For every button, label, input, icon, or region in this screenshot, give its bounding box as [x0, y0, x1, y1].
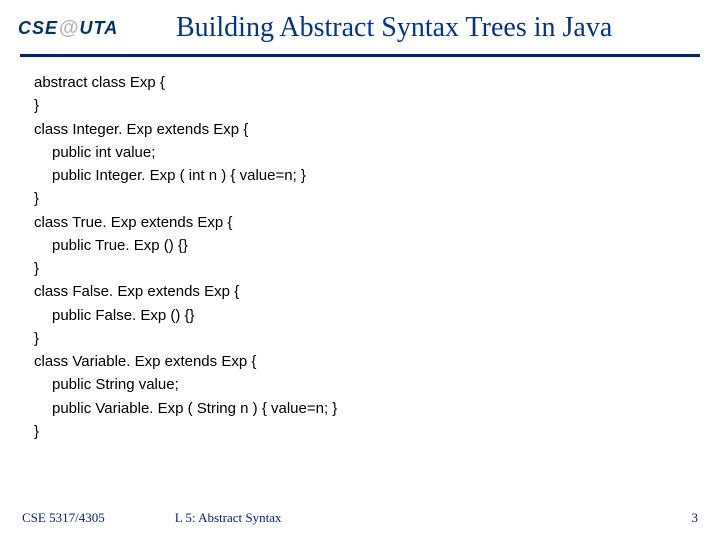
page-number: 3 — [692, 510, 699, 526]
code-block: abstract class Exp { } class Integer. Ex… — [0, 57, 720, 443]
footer-course: CSE 5317/4305 — [22, 510, 105, 526]
logo-left-text: CSE — [18, 18, 58, 39]
code-line: class Variable. Exp extends Exp { — [34, 350, 700, 373]
slide: CSE @ UTA Building Abstract Syntax Trees… — [0, 0, 720, 540]
code-line: public Variable. Exp ( String n ) { valu… — [34, 397, 700, 420]
code-line: } — [34, 257, 700, 280]
code-line: class False. Exp extends Exp { — [34, 280, 700, 303]
code-line: class Integer. Exp extends Exp { — [34, 118, 700, 141]
header: CSE @ UTA Building Abstract Syntax Trees… — [0, 0, 720, 50]
code-line: public Integer. Exp ( int n ) { value=n;… — [34, 164, 700, 187]
code-line: } — [34, 420, 700, 443]
at-icon: @ — [59, 17, 79, 40]
code-line: } — [34, 327, 700, 350]
logo: CSE @ UTA — [18, 17, 118, 40]
code-line: public String value; — [34, 373, 700, 396]
code-line: abstract class Exp { — [34, 71, 700, 94]
code-line: } — [34, 94, 700, 117]
page-title: Building Abstract Syntax Trees in Java — [148, 12, 700, 44]
code-line: public int value; — [34, 141, 700, 164]
code-line: class True. Exp extends Exp { — [34, 211, 700, 234]
code-line: public True. Exp () {} — [34, 234, 700, 257]
code-line: } — [34, 187, 700, 210]
logo-right-text: UTA — [80, 18, 119, 39]
footer-lecture: L 5: Abstract Syntax — [175, 510, 282, 526]
footer: CSE 5317/4305 L 5: Abstract Syntax 3 — [0, 510, 720, 526]
code-line: public False. Exp () {} — [34, 304, 700, 327]
